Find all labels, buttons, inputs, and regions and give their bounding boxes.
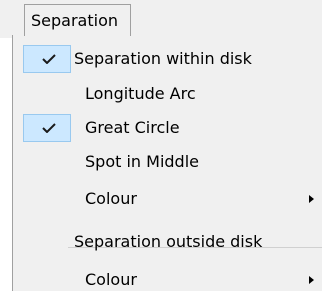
- separation-dropdown-menu: Separation within disk Longitude Arc Gre…: [12, 35, 322, 291]
- menu-item-colour-outside[interactable]: Colour: [13, 263, 322, 297]
- chevron-right-icon: [309, 276, 314, 284]
- check-icon: [42, 123, 56, 133]
- menu-item-colour-within[interactable]: Colour: [13, 182, 322, 216]
- check-indicator: [23, 114, 71, 142]
- menu-item-separation-within-disk[interactable]: Separation within disk: [13, 42, 322, 76]
- check-indicator: [23, 45, 71, 73]
- menu-title-separation[interactable]: Separation: [24, 4, 131, 36]
- menu-item-label: Separation within disk: [74, 49, 252, 68]
- menu-item-label: Longitude Arc: [85, 84, 196, 103]
- menu-bar: Separation: [0, 0, 322, 38]
- menu-item-great-circle[interactable]: Great Circle: [13, 111, 322, 145]
- menu-item-separation-outside-disk[interactable]: Separation outside disk: [13, 225, 322, 259]
- check-icon: [42, 54, 56, 64]
- menu-item-label: Spot in Middle: [85, 152, 199, 171]
- menu-item-spot-in-middle[interactable]: Spot in Middle: [13, 145, 322, 179]
- menu-item-longitude-arc[interactable]: Longitude Arc: [13, 77, 322, 111]
- menu-item-label: Great Circle: [85, 118, 180, 137]
- menu-item-label: Colour: [85, 189, 137, 208]
- menu-item-label: Separation outside disk: [74, 232, 263, 251]
- menu-item-label: Colour: [85, 270, 137, 289]
- chevron-right-icon: [309, 195, 314, 203]
